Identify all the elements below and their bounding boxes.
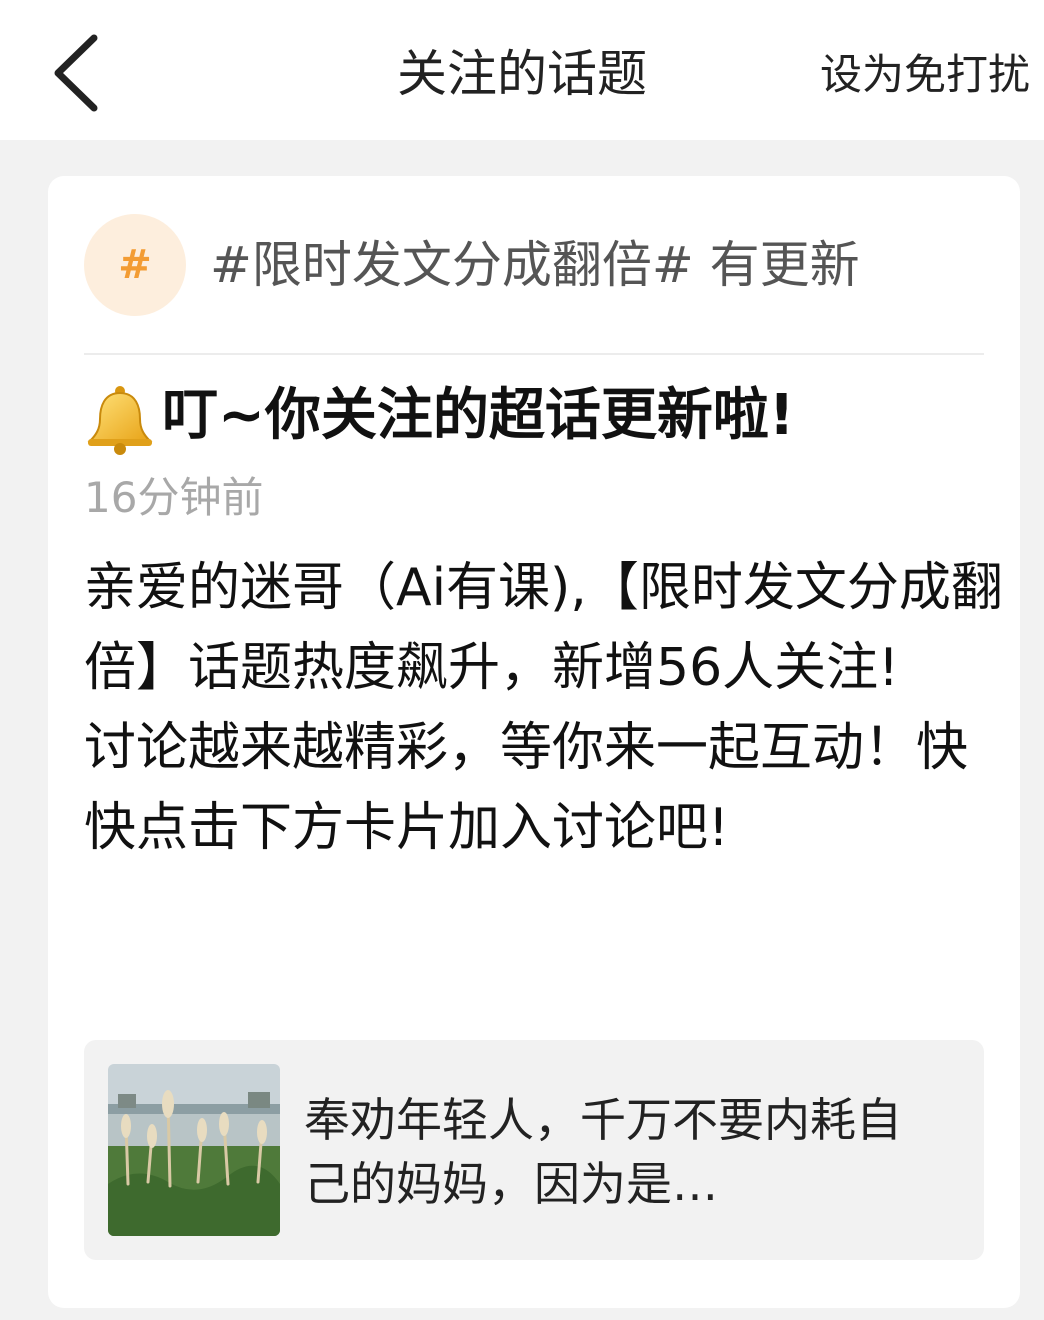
post-preview-card[interactable]: 奉劝年轻人，千万不要内耗自己的妈妈，因为是… [84,1040,984,1260]
notification-title: 叮~你关注的超话更新啦! [84,376,794,456]
topic-update-label[interactable]: #限时发文分成翻倍# 有更新 [210,230,860,300]
notification-message: 亲爱的迷哥（Ai有课),【限时发文分成翻倍】话题热度飙升，新增56人关注! 讨论… [84,558,1003,858]
notification-title-text: 叮~你关注的超话更新啦! [162,383,795,448]
divider [84,353,984,355]
top-bar: 关注的话题 设为免打扰 [0,0,1044,140]
hash-icon: # [84,214,186,316]
notification-card[interactable]: # #限时发文分成翻倍# 有更新 叮~你关注的超话更新啦! 16分钟前 亲爱的迷… [48,176,1020,1308]
bell-icon [87,385,153,455]
post-thumbnail [108,1064,280,1236]
topic-header[interactable]: # #限时发文分成翻倍# 有更新 [84,214,984,316]
timestamp: 16分钟前 [84,473,264,522]
do-not-disturb-button[interactable]: 设为免打扰 [820,46,1030,104]
post-preview-text: 奉劝年轻人，千万不要内耗自己的妈妈，因为是… [304,1093,902,1211]
